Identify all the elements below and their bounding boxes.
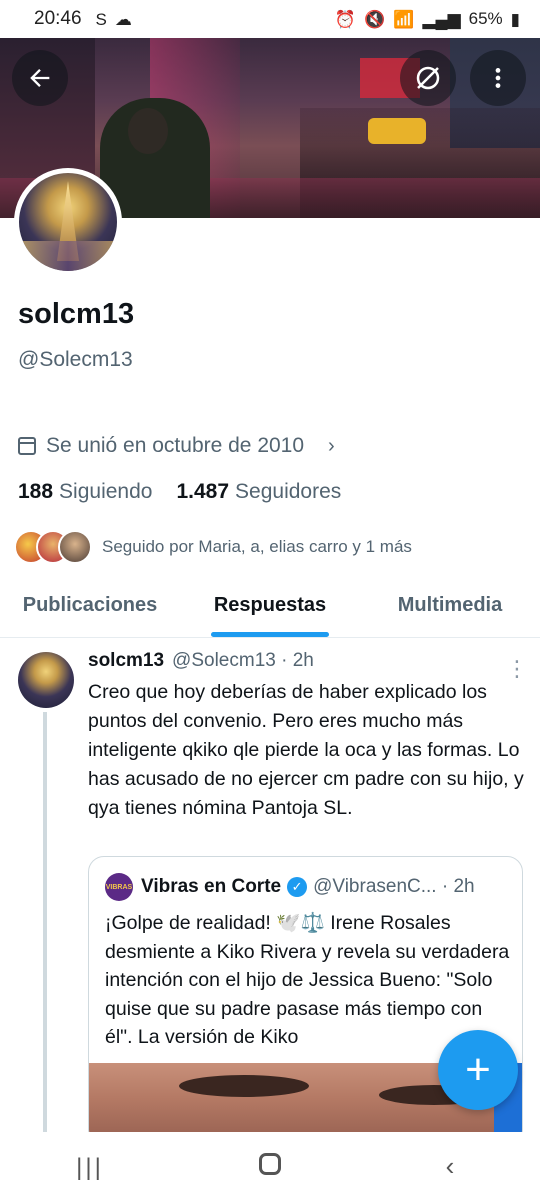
status-time: 20:46 xyxy=(34,8,82,29)
chevron-right-icon: › xyxy=(328,434,335,457)
recents-icon: ||| xyxy=(76,1153,104,1181)
back-button[interactable] xyxy=(12,50,68,106)
system-back-button[interactable]: ‹ xyxy=(410,1151,490,1182)
joined-date-row[interactable]: Se unió en octubre de 2010 › xyxy=(18,434,335,458)
quote-header: VIBRAS Vibras en Corte ✓ @VibrasenC... ·… xyxy=(105,873,475,901)
compose-button[interactable]: + xyxy=(438,1030,518,1110)
post-header: solcm13 @Solecm13 · 2h xyxy=(88,650,314,672)
post-meta: @Solecm13 · 2h xyxy=(172,650,314,671)
alarm-icon: ⏰ xyxy=(334,9,357,29)
follow-counts: 188 Siguiendo 1.487 Seguidores xyxy=(18,480,341,504)
mute-icon: 🔇 xyxy=(364,9,386,29)
recents-button[interactable]: ||| xyxy=(50,1151,130,1182)
quote-meta: @VibrasenC... · 2h xyxy=(313,876,475,897)
home-icon xyxy=(259,1152,281,1175)
plus-icon: + xyxy=(465,1045,491,1094)
followers-count: 1.487 xyxy=(176,480,230,503)
quote-text: ¡Golpe de realidad! 🕊️⚖️ Irene Rosales d… xyxy=(105,912,510,1048)
arrow-left-icon xyxy=(30,69,50,87)
calendar-icon xyxy=(18,437,36,455)
post-avatar[interactable] xyxy=(18,652,74,708)
battery-percent: 65% xyxy=(468,9,503,28)
system-nav-bar: ||| ‹ xyxy=(0,1132,540,1200)
more-options-button[interactable] xyxy=(470,50,526,106)
quote-author-name: Vibras en Corte xyxy=(141,876,282,897)
followers-label: Seguidores xyxy=(235,480,342,503)
profile-display-name: solcm13 xyxy=(18,298,135,330)
tab-multimedia[interactable]: Multimedia xyxy=(360,580,540,637)
following-link[interactable]: 188 Siguiendo xyxy=(18,480,152,504)
status-bar: 20:46 S ☁ ⏰ 🔇 📶 ▂▄▆ 65% ▮ xyxy=(0,0,540,38)
profile-tabs: Publicaciones Respuestas Multimedia xyxy=(0,580,540,638)
home-button[interactable] xyxy=(230,1151,310,1182)
signal-icon: ▂▄▆ xyxy=(422,9,461,29)
tab-respuestas[interactable]: Respuestas xyxy=(180,580,360,637)
followers-link[interactable]: 1.487 Seguidores xyxy=(176,480,341,504)
following-label: Siguiendo xyxy=(59,480,153,503)
followed-by-avatars xyxy=(14,530,92,564)
battery-icon: ▮ xyxy=(510,9,520,29)
quote-avatar: VIBRAS xyxy=(105,873,133,901)
profile-handle: @Solecm13 xyxy=(18,348,133,371)
sync-button[interactable] xyxy=(400,50,456,106)
wifi-icon: 📶 xyxy=(393,9,415,29)
slashed-circle-icon xyxy=(416,66,440,90)
vertical-ellipsis-icon xyxy=(495,68,501,88)
avatar xyxy=(58,530,92,564)
followed-by-text: Seguido por Maria, a, elias carro y 1 má… xyxy=(102,537,412,556)
profile-avatar[interactable] xyxy=(14,168,122,276)
post-text: Creo que hoy deberías de haber explicado… xyxy=(88,681,524,819)
following-count: 188 xyxy=(18,480,54,503)
followed-by-row[interactable]: Seguido por Maria, a, elias carro y 1 má… xyxy=(14,530,412,564)
post-author-name[interactable]: solcm13 xyxy=(88,650,164,672)
joined-date-text: Se unió en octubre de 2010 xyxy=(46,434,305,457)
verified-badge-icon: ✓ xyxy=(287,877,308,897)
tab-publicaciones[interactable]: Publicaciones xyxy=(0,580,180,637)
cloud-icon: ☁ xyxy=(114,9,132,29)
thread-line xyxy=(43,712,47,1132)
s-app-icon: S xyxy=(95,9,107,29)
chevron-left-icon: ‹ xyxy=(445,1150,455,1181)
